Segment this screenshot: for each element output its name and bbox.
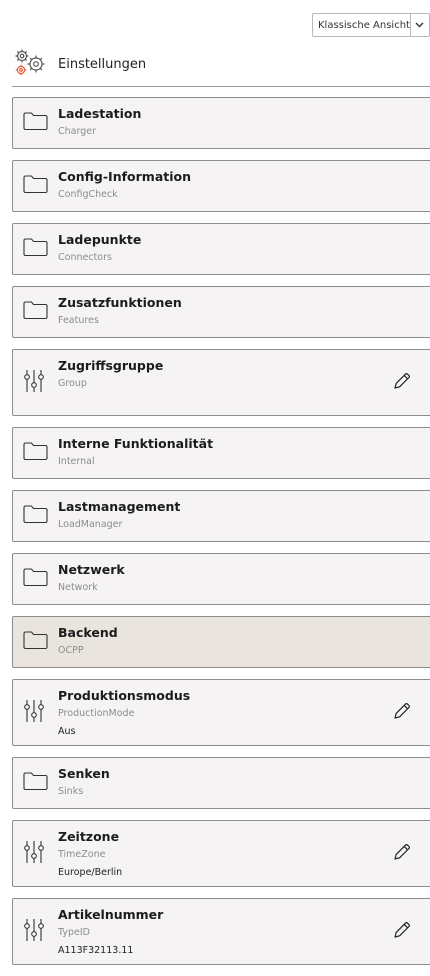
folder-icon [23, 630, 48, 654]
item-subtitle: Features [58, 315, 99, 326]
item-subtitle: ConfigCheck [58, 189, 118, 200]
settings-list: Ladestation Charger Config-Information Conf… [12, 97, 430, 976]
item-title: Config-Information [58, 169, 192, 184]
item-texts: Zusatzfunktionen Features [58, 295, 182, 327]
item-texts: Interne Funktionalität Internal [58, 436, 213, 468]
page-header: Einstellungen [12, 48, 146, 80]
page-title: Einstellungen [58, 56, 147, 72]
item-subtitle: TypeID [58, 927, 90, 938]
settings-item-connectors[interactable]: Ladepunkte Connectors [12, 223, 430, 275]
item-value: Aus [58, 726, 76, 737]
item-subtitle: ProductionMode [58, 708, 135, 719]
pencil-icon[interactable] [392, 701, 412, 725]
item-subtitle: Network [58, 582, 98, 593]
item-subtitle: Sinks [58, 786, 84, 797]
settings-item-charger[interactable]: Ladestation Charger [12, 97, 430, 149]
item-title: Zeitzone [58, 829, 120, 844]
item-texts: Zugriffsgruppe Group [58, 358, 163, 390]
settings-item-network[interactable]: Netzwerk Network [12, 553, 430, 605]
folder-icon [23, 174, 48, 198]
item-texts: Ladepunkte Connectors [58, 232, 141, 264]
header-divider [12, 86, 430, 87]
folder-icon [23, 300, 48, 324]
item-texts: Config-Information ConfigCheck [58, 169, 191, 201]
item-title: Netzwerk [58, 562, 125, 577]
chevron-down-icon[interactable] [409, 14, 429, 36]
item-title: Zugriffsgruppe [58, 358, 164, 373]
item-title: Artikelnummer [58, 907, 164, 922]
settings-item-features[interactable]: Zusatzfunktionen Features [12, 286, 430, 338]
item-subtitle: Connectors [58, 252, 112, 263]
settings-item-ocpp[interactable]: Backend OCPP [12, 616, 430, 668]
folder-icon [23, 441, 48, 465]
item-title: Senken [58, 766, 110, 781]
settings-gears-icon [12, 48, 46, 80]
item-value: A113F32113.11 [58, 945, 134, 956]
item-subtitle: Charger [58, 126, 96, 137]
item-subtitle: Internal [58, 456, 95, 467]
item-title: Ladepunkte [58, 232, 142, 247]
item-title: Zusatzfunktionen [58, 295, 182, 310]
settings-item-timezone[interactable]: Zeitzone TimeZone Europe/Berlin [12, 820, 430, 887]
settings-item-group[interactable]: Zugriffsgruppe Group [12, 349, 430, 416]
item-title: Produktionsmodus [58, 688, 191, 703]
folder-icon [23, 111, 48, 135]
item-texts: Netzwerk Network [58, 562, 125, 594]
folder-icon [23, 771, 48, 795]
sliders-icon [23, 698, 45, 728]
item-value: Europe/Berlin [58, 867, 123, 878]
item-texts: Lastmanagement LoadManager [58, 499, 180, 531]
settings-item-configcheck[interactable]: Config-Information ConfigCheck [12, 160, 430, 212]
pencil-icon[interactable] [392, 842, 412, 866]
item-texts: Zeitzone TimeZone Europe/Berlin [58, 829, 122, 879]
item-subtitle: Group [58, 378, 87, 389]
settings-item-internal[interactable]: Interne Funktionalität Internal [12, 427, 430, 479]
item-texts: Backend OCPP [58, 625, 118, 657]
item-texts: Ladestation Charger [58, 106, 141, 138]
settings-item-typeid[interactable]: Artikelnummer TypeID A113F32113.11 [12, 898, 430, 965]
sliders-icon [23, 917, 45, 947]
view-toggle-label: Klassische Ansicht [318, 19, 410, 31]
folder-icon [23, 504, 48, 528]
folder-icon [23, 567, 48, 591]
settings-item-productionmode[interactable]: Produktionsmodus ProductionMode Aus [12, 679, 430, 746]
item-texts: Artikelnummer TypeID A113F32113.11 [58, 907, 163, 957]
item-title: Interne Funktionalität [58, 436, 214, 451]
item-subtitle: TimeZone [58, 849, 106, 860]
settings-item-sinks[interactable]: Senken Sinks [12, 757, 430, 809]
item-title: Lastmanagement [58, 499, 181, 514]
sliders-icon [23, 368, 45, 398]
item-texts: Senken Sinks [58, 766, 110, 798]
item-subtitle: OCPP [58, 645, 84, 656]
folder-icon [23, 237, 48, 261]
item-title: Ladestation [58, 106, 142, 121]
item-subtitle: LoadManager [58, 519, 123, 530]
settings-item-loadmanager[interactable]: Lastmanagement LoadManager [12, 490, 430, 542]
view-toggle-dropdown[interactable]: Klassische Ansicht [312, 13, 430, 37]
pencil-icon[interactable] [392, 371, 412, 395]
pencil-icon[interactable] [392, 920, 412, 944]
item-texts: Produktionsmodus ProductionMode Aus [58, 688, 190, 738]
item-title: Backend [58, 625, 118, 640]
sliders-icon [23, 839, 45, 869]
